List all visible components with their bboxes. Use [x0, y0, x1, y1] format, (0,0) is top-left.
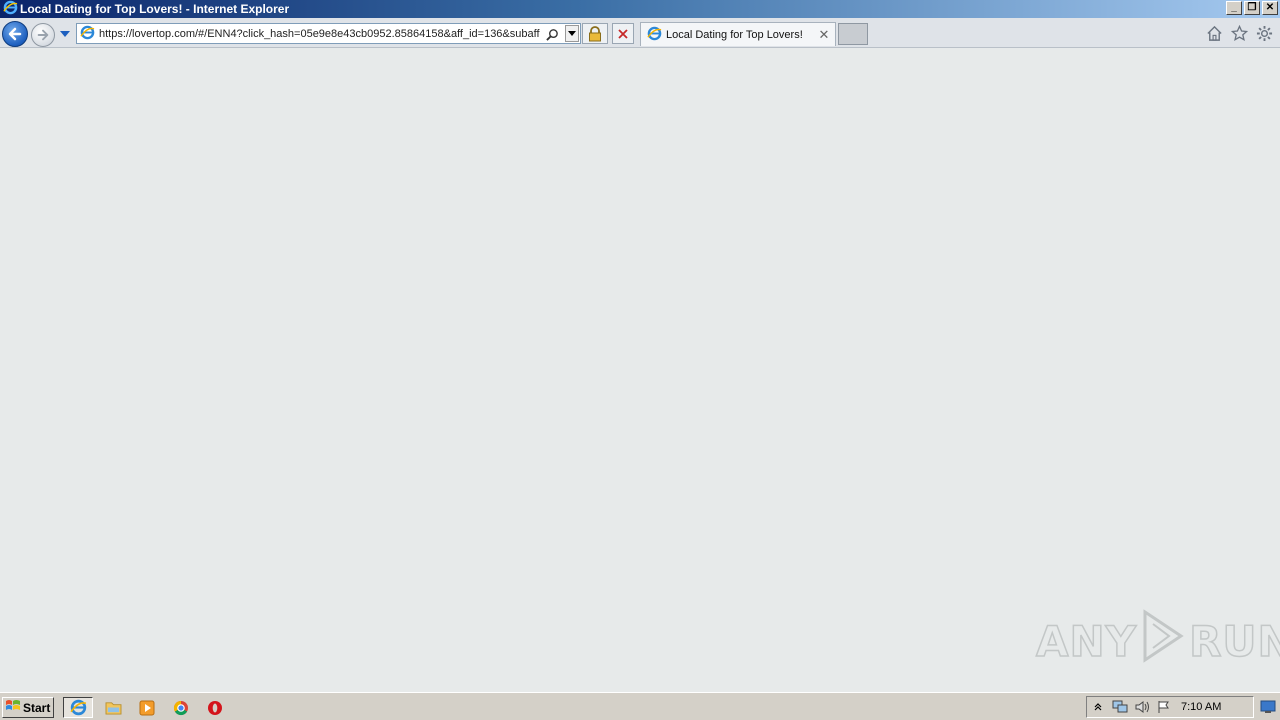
- media-player-icon: [139, 700, 155, 715]
- chevron-down-icon: [60, 31, 70, 37]
- file-explorer-icon: [105, 702, 121, 715]
- address-bar[interactable]: [76, 23, 581, 44]
- close-icon: [618, 28, 628, 39]
- back-button[interactable]: [2, 21, 28, 47]
- taskbar-opera[interactable]: [200, 697, 230, 718]
- tab-ie-icon: [647, 26, 662, 44]
- taskbar: Start 7:10 AM: [0, 692, 1280, 720]
- address-dropdown-button[interactable]: [565, 25, 579, 42]
- start-label: Start: [23, 700, 51, 715]
- window-title: Local Dating for Top Lovers! - Internet …: [20, 2, 290, 16]
- close-window-button[interactable]: ✕: [1262, 1, 1278, 15]
- internet-explorer-icon: [69, 699, 86, 716]
- taskbar-internet-explorer[interactable]: [63, 697, 93, 718]
- windows-logo-icon: [5, 698, 21, 717]
- taskbar-file-explorer[interactable]: [98, 697, 128, 718]
- tab-label: Local Dating for Top Lovers!: [666, 28, 803, 41]
- tab-local-dating[interactable]: Local Dating for Top Lovers! ✕: [640, 22, 836, 46]
- window-titlebar: Local Dating for Top Lovers! - Internet …: [0, 0, 1280, 18]
- window-controls: _ ❐ ✕: [1226, 1, 1278, 15]
- minimize-button[interactable]: _: [1226, 1, 1242, 15]
- home-icon[interactable]: [1205, 24, 1224, 43]
- recent-pages-dropdown[interactable]: [59, 29, 71, 39]
- watermark-right-text: RUN: [1188, 616, 1280, 667]
- favorites-star-icon[interactable]: [1230, 24, 1249, 43]
- monitor-icon: [1260, 700, 1276, 713]
- chevron-down-icon: [568, 31, 576, 36]
- page-ie-icon: [80, 25, 95, 43]
- volume-icon[interactable]: [1131, 698, 1153, 716]
- action-center-flag-icon[interactable]: [1153, 698, 1175, 716]
- navigation-bar: Local Dating for Top Lovers! ✕: [0, 18, 1280, 48]
- watermark-left-text: ANY: [1035, 616, 1138, 667]
- forward-button[interactable]: [31, 23, 55, 47]
- system-tray: 7:10 AM: [1086, 696, 1254, 718]
- chrome-icon: [173, 700, 188, 715]
- url-input[interactable]: [99, 25, 547, 42]
- start-button[interactable]: Start: [2, 697, 54, 718]
- internet-explorer-icon: [3, 0, 18, 18]
- tools-gear-icon[interactable]: [1255, 24, 1274, 43]
- taskbar-clock[interactable]: 7:10 AM: [1181, 701, 1221, 713]
- opera-icon: [208, 700, 222, 715]
- security-lock-button[interactable]: [582, 23, 608, 44]
- new-tab-button[interactable]: [838, 23, 868, 45]
- search-icon[interactable]: [544, 26, 560, 42]
- anyrun-watermark: ANY RUN: [1035, 608, 1280, 674]
- tray-expand-icon[interactable]: [1087, 698, 1109, 716]
- page-content: ANY RUN: [0, 49, 1280, 692]
- arrow-right-icon: [37, 29, 49, 41]
- restore-button[interactable]: ❐: [1244, 1, 1260, 15]
- taskbar-media-player[interactable]: [132, 697, 162, 718]
- network-icon[interactable]: [1109, 698, 1131, 716]
- taskbar-chrome[interactable]: [166, 697, 196, 718]
- lock-icon: [589, 25, 601, 41]
- tab-close-button[interactable]: ✕: [817, 27, 831, 43]
- stop-button[interactable]: [612, 23, 634, 44]
- show-desktop-button[interactable]: [1259, 698, 1277, 716]
- arrow-left-icon: [8, 27, 22, 41]
- play-logo-icon: [1141, 608, 1185, 674]
- command-icons: [1205, 24, 1274, 43]
